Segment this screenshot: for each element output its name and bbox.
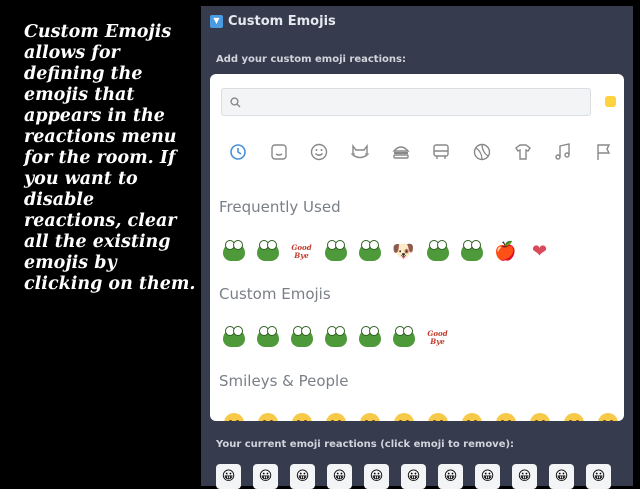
panel-header[interactable]: ▼ Custom Emojis xyxy=(210,12,336,30)
reaction-emoji[interactable]: 😀 xyxy=(438,464,463,489)
frog-face-icon xyxy=(256,239,279,261)
objects-icon[interactable] xyxy=(511,140,535,164)
goodbye-emoji[interactable]: Good Bye xyxy=(289,239,314,264)
frog-face-icon xyxy=(324,239,347,261)
smiley-face-icon xyxy=(461,412,482,421)
collapse-toggle-icon[interactable]: ▼ xyxy=(210,14,223,28)
section-title-frequently-used: Frequently Used xyxy=(219,198,341,216)
pepe-emoji[interactable] xyxy=(459,239,484,264)
frog-face-icon xyxy=(256,325,279,347)
heart-emoji[interactable]: ❤ xyxy=(527,239,552,264)
reaction-emoji[interactable]: 😀 xyxy=(327,464,352,489)
travel-icon[interactable] xyxy=(429,140,453,164)
smiley-face-icon xyxy=(563,412,584,421)
reaction-emoji[interactable]: 😀 xyxy=(290,464,315,489)
flags-icon[interactable] xyxy=(592,140,616,164)
frog-face-icon xyxy=(460,239,483,261)
smileys-icon[interactable] xyxy=(267,140,291,164)
smiley-face-icon xyxy=(393,412,414,421)
skin-tone-selector[interactable] xyxy=(605,96,616,107)
smiley-face-icon xyxy=(257,412,278,421)
reaction-emoji[interactable]: 😀 xyxy=(216,464,241,489)
symbols-icon[interactable] xyxy=(551,140,575,164)
apple-emoji[interactable]: 🍎 xyxy=(493,239,518,264)
recent-icon[interactable] xyxy=(226,140,250,164)
pepe-emoji[interactable] xyxy=(323,239,348,264)
current-reactions-row: 😀 😀 😀 😀 😀 😀 😀 😀 😀 😀 😀 xyxy=(216,464,611,489)
add-reactions-label: Add your custom emoji reactions: xyxy=(216,54,406,65)
tutorial-caption: Custom Emojis allows for defining the em… xyxy=(24,22,196,294)
custom-emoji-row: Good Bye xyxy=(221,325,450,350)
category-bar xyxy=(226,140,616,164)
pepe-emoji[interactable] xyxy=(391,325,416,350)
section-title-custom-emojis: Custom Emojis xyxy=(219,285,331,303)
reaction-emoji[interactable]: 😀 xyxy=(475,464,500,489)
frog-face-icon xyxy=(222,239,245,261)
smileys-emoji-row xyxy=(221,410,620,421)
pepe-emoji[interactable] xyxy=(289,325,314,350)
smiley-emoji[interactable] xyxy=(595,410,620,421)
smiley-emoji[interactable] xyxy=(323,410,348,421)
people-icon[interactable] xyxy=(307,140,331,164)
reaction-emoji[interactable]: 😀 xyxy=(586,464,611,489)
smiley-face-icon xyxy=(427,412,448,421)
current-reactions-label: Your current emoji reactions (click emoj… xyxy=(216,439,515,450)
animals-icon[interactable] xyxy=(348,140,372,164)
pepe-emoji[interactable] xyxy=(323,325,348,350)
goodbye-text: Good Bye xyxy=(291,242,312,260)
frog-emoji[interactable] xyxy=(357,325,382,350)
frog-emoji[interactable] xyxy=(255,239,280,264)
emoji-search-box[interactable] xyxy=(221,88,591,116)
frog-face-icon xyxy=(324,325,347,347)
pepe-emoji[interactable] xyxy=(221,325,246,350)
pepe-emoji[interactable] xyxy=(357,239,382,264)
smiley-emoji[interactable] xyxy=(425,410,450,421)
search-icon xyxy=(230,96,241,107)
pepe-emoji[interactable] xyxy=(221,239,246,264)
smiley-emoji[interactable] xyxy=(221,410,246,421)
reaction-emoji[interactable]: 😀 xyxy=(253,464,278,489)
emoji-scroll-area[interactable]: Frequently Used Good Bye 🐶 🍎 ❤ Custom Emoji… xyxy=(210,184,624,421)
smiley-face-icon xyxy=(291,412,312,421)
smiley-emoji[interactable] xyxy=(391,410,416,421)
smiley-emoji[interactable] xyxy=(255,410,280,421)
goodbye-emoji[interactable]: Good Bye xyxy=(425,325,450,350)
smiley-emoji[interactable] xyxy=(527,410,552,421)
frog-face-icon xyxy=(358,325,381,347)
smiley-emoji[interactable] xyxy=(493,410,518,421)
reaction-emoji[interactable]: 😀 xyxy=(512,464,537,489)
panel-title: Custom Emojis xyxy=(228,13,336,29)
food-icon[interactable] xyxy=(389,140,413,164)
frog-face-icon xyxy=(358,239,381,261)
frog-face-icon xyxy=(426,239,449,261)
emoji-search-input[interactable] xyxy=(245,94,569,110)
smiley-emoji[interactable] xyxy=(561,410,586,421)
reaction-emoji[interactable]: 😀 xyxy=(549,464,574,489)
smiley-face-icon xyxy=(359,412,380,421)
smiley-face-icon xyxy=(495,412,516,421)
smiley-face-icon xyxy=(529,412,550,421)
section-title-smileys-people: Smileys & People xyxy=(219,372,349,390)
dog-emoji[interactable]: 🐶 xyxy=(391,239,416,264)
activity-icon[interactable] xyxy=(470,140,494,164)
pepe-emoji[interactable] xyxy=(255,325,280,350)
smiley-face-icon xyxy=(325,412,346,421)
custom-emojis-panel: ▼ Custom Emojis Add your custom emoji re… xyxy=(201,6,633,489)
reaction-emoji[interactable]: 😀 xyxy=(364,464,389,489)
frog-face-icon xyxy=(392,325,415,347)
frog-face-icon xyxy=(222,325,245,347)
goodbye-text: Good Bye xyxy=(427,328,448,346)
smiley-face-icon xyxy=(223,412,244,421)
smiley-emoji[interactable] xyxy=(459,410,484,421)
emoji-picker: Frequently Used Good Bye 🐶 🍎 ❤ Custom Emoji… xyxy=(210,74,624,421)
smiley-emoji[interactable] xyxy=(289,410,314,421)
reaction-emoji[interactable]: 😀 xyxy=(401,464,426,489)
pepe-emoji[interactable] xyxy=(425,239,450,264)
frog-face-icon xyxy=(290,325,313,347)
frequently-used-emoji-row: Good Bye 🐶 🍎 ❤ xyxy=(221,239,552,264)
smiley-face-icon xyxy=(597,412,618,421)
smiley-emoji[interactable] xyxy=(357,410,382,421)
